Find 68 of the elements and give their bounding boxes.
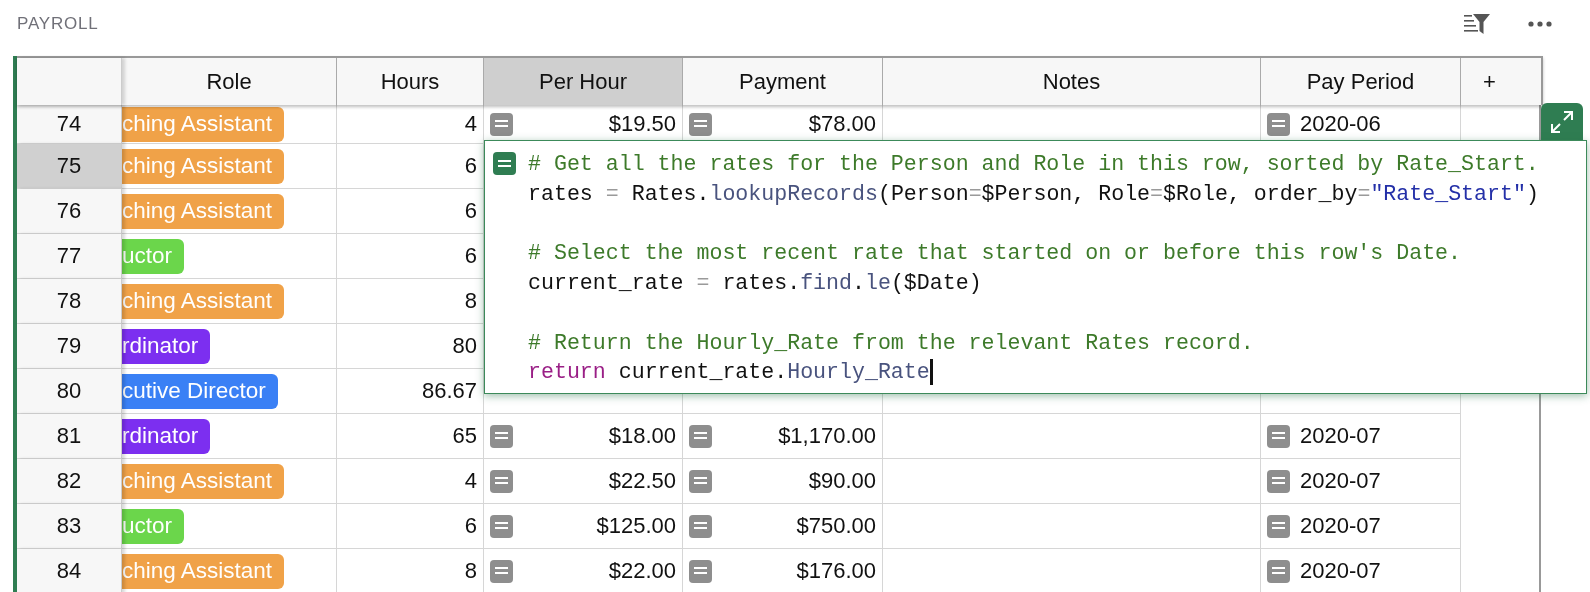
cell-text: 6 (464, 153, 477, 179)
role-tag: ching Assistant (122, 463, 285, 499)
row-number[interactable]: 77 (17, 234, 122, 279)
cell-text: $18.00 (608, 423, 676, 449)
row-number[interactable]: 82 (17, 459, 122, 504)
cell-text: $22.00 (608, 558, 676, 584)
row-number[interactable]: 76 (17, 189, 122, 234)
role-tag: ching Assistant (122, 193, 285, 229)
cell-text: 2020-07 (1300, 468, 1381, 494)
role-tag: rdinator (122, 418, 211, 454)
cell-text: 8 (464, 558, 477, 584)
column-header[interactable]: Payment (683, 58, 883, 105)
role-tag: uctor (122, 238, 185, 274)
column-header[interactable]: Pay Period (1261, 58, 1461, 105)
column-header[interactable]: Per Hour (484, 58, 683, 105)
cell-text: 6 (464, 513, 477, 539)
code-line: return current_rate.Hourly_Rate (528, 360, 930, 385)
role-tag: ching Assistant (122, 283, 285, 319)
row-number[interactable]: 75 (17, 144, 122, 189)
code-line: # Return the Hourly_Rate from the relevant Rates record. (528, 330, 1254, 355)
cell-text: 80 (452, 333, 477, 359)
code-line: rates = Rates.lookupRecords(Person=$Person, Role=$Role, order_by="Rate_Start") (528, 181, 1539, 206)
formula-editor[interactable] (484, 140, 1587, 394)
cell-text: $90.00 (808, 468, 876, 494)
column-header[interactable]: Role (122, 58, 337, 105)
formula-icon[interactable] (493, 152, 516, 176)
role-tag: ching Assistant (122, 553, 285, 589)
row-number[interactable]: 74 (17, 105, 122, 144)
row-number[interactable]: 79 (17, 324, 122, 369)
cell-text: $19.50 (608, 111, 676, 137)
cell-text: 4 (464, 111, 477, 137)
cell-text: $1,170.00 (778, 423, 876, 449)
cell-text: 8 (464, 288, 477, 314)
cell-text: $78.00 (808, 111, 876, 137)
cell-text: $22.50 (608, 468, 676, 494)
cell-text: 65 (452, 423, 477, 449)
cell-text: 2020-07 (1300, 423, 1381, 449)
column-header[interactable]: Notes (883, 58, 1261, 105)
role-tag: rdinator (122, 328, 211, 364)
role-tag: uctor (122, 508, 185, 544)
cell-text: 6 (464, 243, 477, 269)
row-number[interactable]: 84 (17, 549, 122, 592)
role-tag: ching Assistant (122, 148, 285, 184)
role-tag: ching Assistant (122, 106, 285, 142)
code-line: # Select the most recent rate that started on or before this row's Date. (528, 241, 1461, 266)
cell-text: $125.00 (596, 513, 676, 539)
cell-text: 4 (464, 468, 477, 494)
row-number[interactable]: 81 (17, 414, 122, 459)
sort-filter-icon[interactable] (1464, 13, 1490, 35)
row-number[interactable]: 83 (17, 504, 122, 549)
code-line: current_rate = rates.find.le($Date) (528, 271, 982, 296)
cell-text: 6 (464, 198, 477, 224)
expand-button[interactable] (1541, 103, 1583, 141)
column-header[interactable]: Hours (337, 58, 484, 105)
role-tag: cutive Director (122, 373, 278, 409)
row-number[interactable]: 80 (17, 369, 122, 414)
cell-text: 2020-07 (1300, 558, 1381, 584)
expand-icon (1550, 110, 1574, 134)
cell-text: 86.67 (421, 378, 477, 404)
section-title: PAYROLL (17, 14, 99, 34)
cell-text: 2020-06 (1300, 111, 1381, 137)
cell-text: $176.00 (796, 558, 876, 584)
cell-text: 2020-07 (1300, 513, 1381, 539)
code-line: # Get all the rates for the Person and Role in this row, sorted by Rate_Start. (528, 151, 1539, 176)
more-icon[interactable] (1528, 21, 1552, 27)
row-number[interactable]: 78 (17, 279, 122, 324)
add-column-button[interactable]: + (1461, 58, 1541, 105)
cell-text: $750.00 (796, 513, 876, 539)
